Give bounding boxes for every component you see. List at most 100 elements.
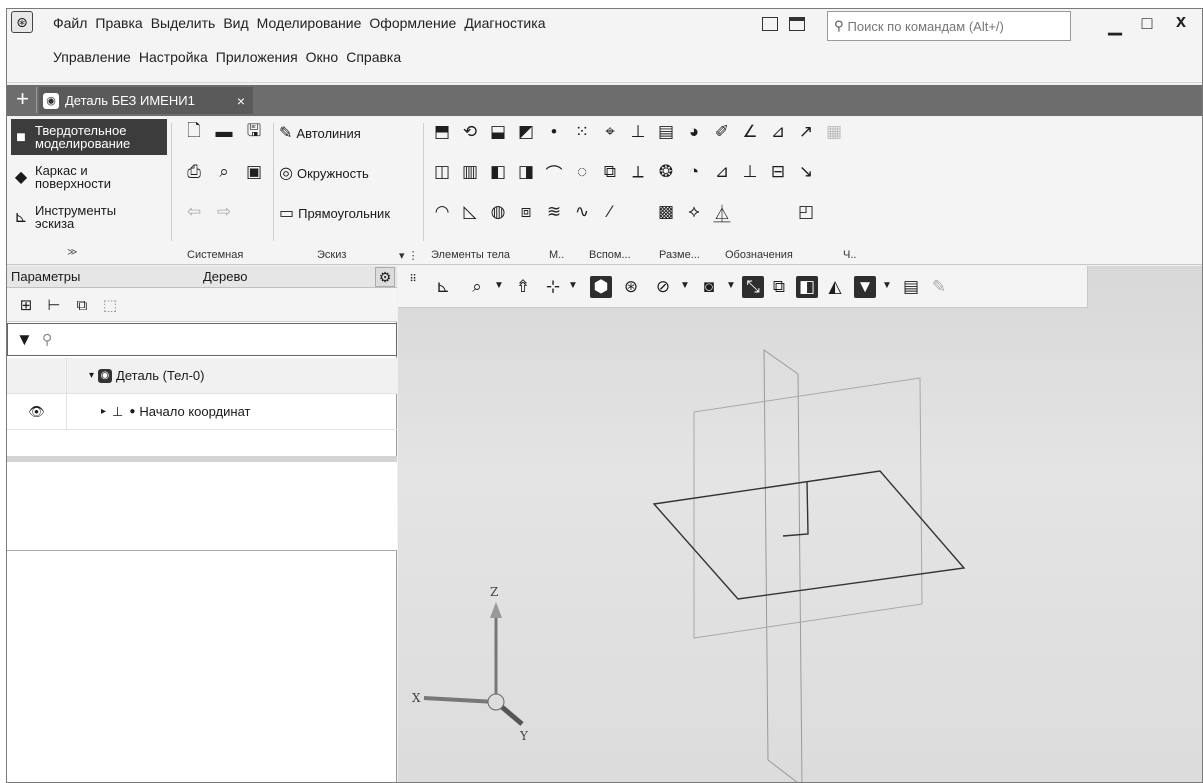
eyedropper-icon[interactable]: ✎ [928, 276, 950, 298]
redo-icon[interactable]: ⇨ [213, 201, 235, 223]
gear-icon[interactable]: ⚙ [375, 267, 395, 287]
point-icon[interactable]: • [543, 121, 565, 143]
group-label-aux[interactable]: Вспом... [589, 249, 631, 261]
mass-icon[interactable]: ❂ [655, 161, 677, 183]
drawing-icon[interactable]: ◰ [795, 201, 817, 223]
maximize-button[interactable]: □ [1135, 13, 1159, 34]
base-icon[interactable]: ⊥ [739, 161, 761, 183]
menu-modeling[interactable]: Моделирование [253, 15, 366, 31]
tab-parameters[interactable]: Параметры [11, 269, 80, 284]
display-mode-icon[interactable]: ◧ [796, 276, 818, 298]
menu-view[interactable]: Вид [219, 15, 252, 31]
loft-icon[interactable]: ◩ [515, 121, 537, 143]
hide-icon[interactable]: ⊘ [652, 276, 674, 298]
tab-tree[interactable]: Дерево [203, 269, 247, 284]
close-window-button[interactable]: x [1169, 11, 1193, 32]
toolbar-grip-icon[interactable]: ⠿ [402, 268, 424, 290]
group-label-sketch[interactable]: Эскиз [317, 249, 346, 261]
group-menu-arrow[interactable]: ▾ ⋮ [399, 249, 419, 262]
properties-icon[interactable]: ▤ [900, 276, 922, 298]
orientation-icon[interactable]: ⊹ [542, 276, 564, 298]
tree-search-input[interactable]: ▼ ⚲ [7, 323, 397, 356]
shell-icon[interactable]: ▥ [459, 161, 481, 183]
aux-axis-icon[interactable]: ⟂ [627, 161, 649, 183]
undo-icon[interactable]: ⇦ [183, 201, 205, 223]
section-icon[interactable]: ◔ [683, 161, 705, 183]
mirror-icon[interactable]: ⧈ [515, 201, 537, 223]
extrude-icon[interactable]: ⬒ [431, 121, 453, 143]
print-icon[interactable]: ⎙ [183, 161, 205, 183]
dimension-edit-icon[interactable]: ⊿ [767, 121, 789, 143]
hole-icon[interactable]: ◍ [487, 201, 509, 223]
mark-icon[interactable]: ⏅ [711, 201, 733, 224]
render-icon[interactable]: ◭ [824, 276, 846, 298]
aux-plane-icon[interactable]: ⧉ [599, 161, 621, 183]
menu-help[interactable]: Справка [342, 49, 405, 65]
measure-icon[interactable]: ◕ [683, 121, 705, 143]
menu-settings[interactable]: Настройка [135, 49, 212, 65]
table-icon[interactable]: ▦ [823, 121, 845, 143]
tree-row-origin[interactable]: 👁 ▸ ⊥ ● Начало координат [7, 394, 397, 430]
diagnostic-icon[interactable]: ⟡ [683, 201, 705, 223]
menu-edit[interactable]: Правка [91, 15, 146, 31]
rib-icon[interactable]: ◧ [487, 161, 509, 183]
circle-button[interactable]: ◎ Окружность [279, 163, 369, 183]
tree-structure-icon[interactable]: ⊞ [15, 294, 37, 316]
wireframe-icon[interactable]: ⊛ [620, 276, 642, 298]
3d-viewport[interactable]: Z X Y ⠿ ⊾ ⌕ ▼ ⇮ ⊹ ▼ ⬢ ⊛ ⊘ ▼ ◙ ▼ ⤡ ⧉ ◧ ◭ … [398, 266, 1202, 782]
fillet-icon[interactable]: ◠ [431, 201, 453, 223]
helix-icon[interactable]: ◌ [571, 161, 593, 183]
sketch-icon[interactable]: ⊾ [432, 276, 454, 298]
autoline-button[interactable]: ✎ Автолиния [279, 123, 361, 143]
menu-file[interactable]: Файл [49, 15, 91, 31]
layout-panel-icon[interactable] [789, 17, 805, 31]
mode-sketch-tools[interactable]: ⊾ Инструменты эскиза [11, 199, 167, 235]
menu-select[interactable]: Выделить [147, 15, 220, 31]
leader-icon[interactable]: ↗ [795, 121, 817, 143]
group-label-body[interactable]: Элементы тела [431, 249, 510, 261]
point-array-icon[interactable]: ⁙ [571, 121, 593, 143]
roughness-icon[interactable]: ⊿ [711, 161, 733, 183]
chevron-down-icon[interactable]: ▼ [494, 280, 504, 291]
group-label-notation[interactable]: Обозначения [725, 249, 793, 261]
pan-icon[interactable]: ⇮ [512, 276, 534, 298]
preview-icon[interactable]: ⌕ [213, 161, 235, 183]
pen-icon[interactable]: ✐ [711, 121, 733, 143]
spline-icon[interactable]: ∿ [571, 201, 593, 223]
visibility-icon[interactable]: ◙ [698, 276, 720, 298]
save-all-icon[interactable]: ▣ [243, 161, 265, 183]
chevron-down-icon[interactable]: ▼ [726, 280, 736, 291]
tree-row-part[interactable]: ▾ ◉ Деталь (Тел-0) [7, 358, 397, 394]
chevron-down-icon[interactable]: ▼ [680, 280, 690, 291]
chamfer-icon[interactable]: ◺ [459, 201, 481, 223]
menu-design[interactable]: Оформление [365, 15, 460, 31]
mode-solid-modeling[interactable]: ■ Твердотельное моделирование [11, 119, 167, 155]
plane-icon[interactable]: ▤ [655, 121, 677, 143]
group-label-dims[interactable]: Разме... [659, 249, 700, 261]
kinematic-icon[interactable]: ⬓ [487, 121, 509, 143]
group-label-m[interactable]: М.. [549, 249, 564, 261]
expand-modes-icon[interactable]: ≫ [67, 247, 77, 258]
expander-icon[interactable]: ▾ [89, 370, 94, 381]
filter-icon[interactable]: ▼ [16, 330, 33, 350]
leader-line-icon[interactable]: ↘ [795, 161, 817, 183]
menu-apps[interactable]: Приложения [212, 49, 302, 65]
new-file-icon[interactable]: 🗋 [183, 121, 205, 143]
rectangle-button[interactable]: ▭ Прямоугольник [279, 203, 390, 223]
tree-selection-icon[interactable]: ⬚ [99, 294, 121, 316]
filter-icon[interactable]: ▼ [854, 276, 876, 298]
rotate-element-icon[interactable]: ⟲ [459, 121, 481, 143]
coordinate-system-icon[interactable]: ⊥ [627, 121, 649, 143]
curve-icon[interactable]: ⌒ [543, 161, 565, 184]
expander-icon[interactable]: ▸ [101, 406, 106, 417]
body-icon[interactable]: ◨ [515, 161, 537, 183]
menu-window[interactable]: Окно [302, 49, 343, 65]
calc-icon[interactable]: ▩ [655, 201, 677, 223]
shaded-view-icon[interactable]: ⬢ [590, 276, 612, 298]
group-label-system[interactable]: Системная [187, 249, 243, 261]
chevron-down-icon[interactable]: ▼ [568, 280, 578, 291]
menu-diagnostics[interactable]: Диагностика [460, 15, 549, 31]
new-document-button[interactable]: + [9, 87, 37, 113]
mode-surfaces[interactable]: ◆ Каркас и поверхности [11, 159, 167, 195]
app-logo-icon[interactable]: ⊛ [11, 11, 33, 33]
